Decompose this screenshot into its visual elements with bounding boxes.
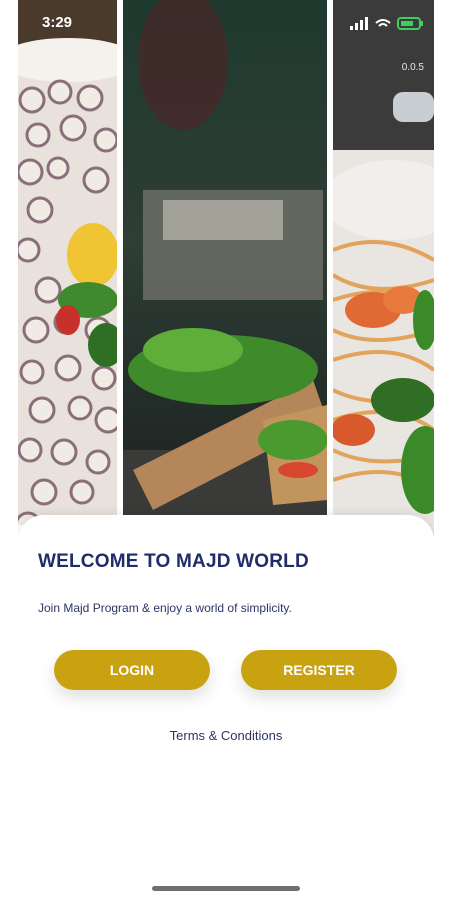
app-screen: 3:29 0.0.5 WELCOME TO MAJD WORLD Join Ma…: [18, 0, 434, 900]
food-photo-sandwich: [123, 0, 327, 540]
welcome-sheet: WELCOME TO MAJD WORLD Join Majd Program …: [18, 515, 434, 900]
welcome-subtitle: Join Majd Program & enjoy a world of sim…: [38, 601, 292, 615]
wifi-icon: [375, 19, 391, 27]
status-icons: [350, 17, 423, 30]
register-button[interactable]: REGISTER: [241, 650, 397, 690]
food-photo-octopus: 3:29: [18, 0, 117, 540]
welcome-title: WELCOME TO MAJD WORLD: [38, 551, 309, 572]
signal-icon: [350, 17, 368, 30]
food-photo-pasta: 0.0.5: [333, 0, 434, 540]
terms-and-conditions-link[interactable]: Terms & Conditions: [18, 728, 434, 743]
login-button[interactable]: LOGIN: [54, 650, 210, 690]
home-indicator[interactable]: [152, 886, 300, 891]
status-time: 3:29: [42, 14, 73, 31]
battery-icon: [397, 17, 423, 30]
zoom-readout: 0.0.5: [401, 62, 424, 73]
